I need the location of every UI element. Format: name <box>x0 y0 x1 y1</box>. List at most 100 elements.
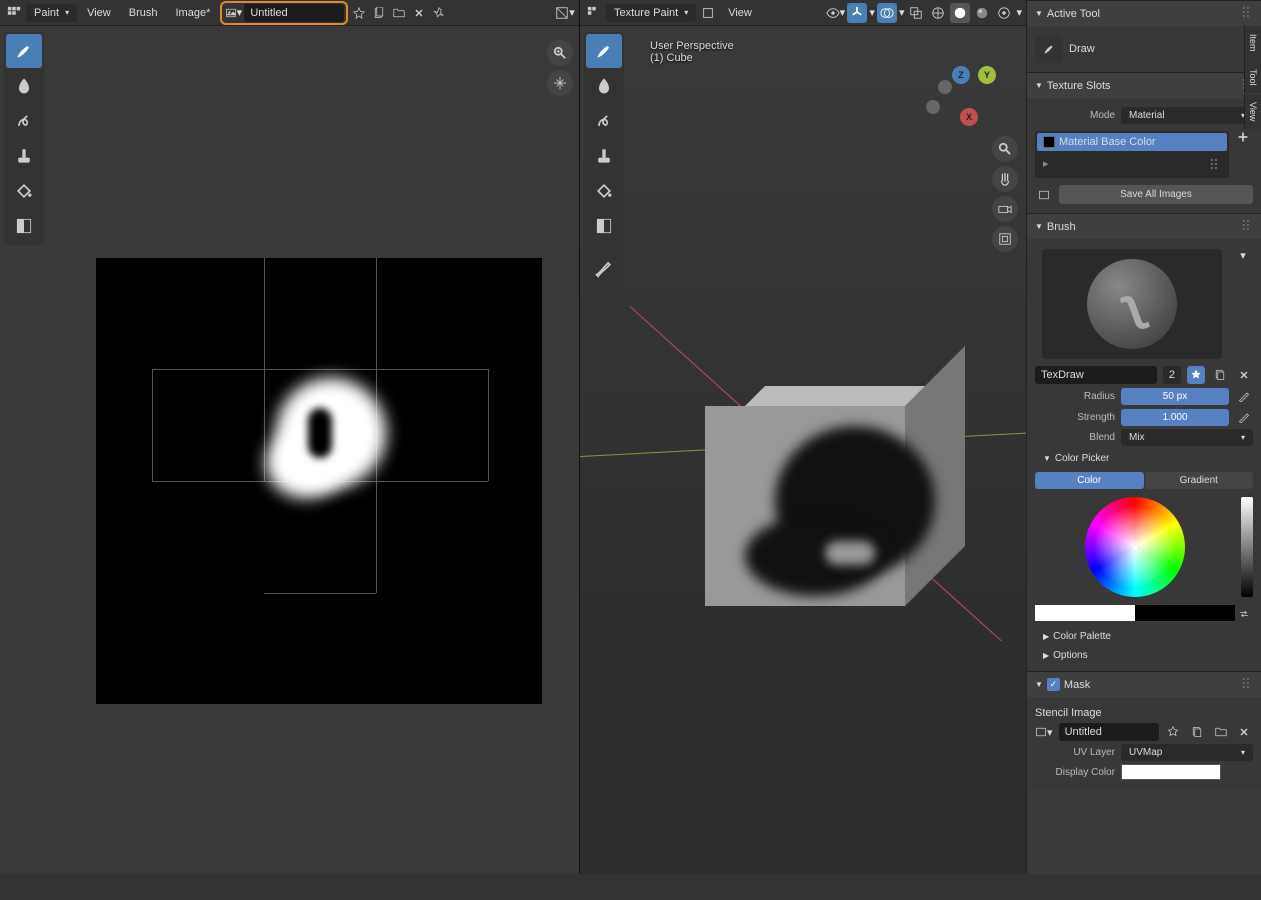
visibility-icon[interactable]: ▾ <box>825 3 845 23</box>
open-image-icon[interactable] <box>390 4 408 22</box>
side-tab-view[interactable]: View <box>1244 94 1261 129</box>
image-browse-icon[interactable]: ▾ <box>224 4 242 22</box>
color-wheel[interactable] <box>1085 497 1185 597</box>
display-channels-icon[interactable]: ▾ <box>555 3 575 23</box>
menu-view-3d[interactable]: View <box>720 3 760 23</box>
zoom-3d-icon[interactable] <box>992 136 1018 162</box>
tool-fill-3d[interactable] <box>586 174 622 208</box>
add-slot-icon[interactable] <box>1233 127 1253 147</box>
value-slider[interactable] <box>1241 497 1253 597</box>
radius-field[interactable]: 50 px <box>1121 388 1229 405</box>
stencil-open-icon[interactable] <box>1212 723 1230 741</box>
nav-gizmo[interactable]: Z Y X <box>926 66 996 136</box>
menu-image[interactable]: Image* <box>168 3 219 23</box>
stencil-new-icon[interactable] <box>1188 723 1206 741</box>
editor-type-3d-icon[interactable] <box>584 3 604 23</box>
brush-name-input[interactable] <box>1035 366 1157 384</box>
strength-field[interactable]: 1.000 <box>1121 409 1229 426</box>
menu-view[interactable]: View <box>79 3 119 23</box>
tool-clone-3d[interactable] <box>586 139 622 173</box>
side-tab-item[interactable]: Item <box>1244 26 1261 60</box>
pin-icon[interactable] <box>430 4 448 22</box>
overlay-toggle-icon[interactable] <box>877 3 897 23</box>
shading-solid-icon[interactable] <box>950 3 970 23</box>
side-tab-tool[interactable]: Tool <box>1244 61 1261 94</box>
brush-header[interactable]: Brush⠿ <box>1027 214 1261 239</box>
color-palette-header[interactable]: Color Palette <box>1035 627 1253 646</box>
fake-user-toggle[interactable] <box>1187 366 1205 384</box>
uv-layer-select[interactable]: UVMap <box>1121 744 1253 761</box>
secondary-color-swatch[interactable] <box>1135 605 1235 621</box>
image-name-input[interactable] <box>244 4 344 22</box>
shading-wire-icon[interactable] <box>928 3 948 23</box>
tool-annotate[interactable] <box>586 251 622 285</box>
tool-smear-3d[interactable] <box>586 104 622 138</box>
tool-fill[interactable] <box>6 174 42 208</box>
brush-preset-dropdown-icon[interactable]: ▾ <box>1233 245 1253 265</box>
radius-pressure-icon[interactable] <box>1235 387 1253 405</box>
xray-icon[interactable] <box>906 3 926 23</box>
tool-draw[interactable] <box>6 34 42 68</box>
gizmo-neg2[interactable] <box>938 80 952 94</box>
save-all-button[interactable]: Save All Images <box>1059 185 1253 204</box>
mode-select[interactable]: Material <box>1121 107 1253 124</box>
tool-mask[interactable] <box>6 209 42 243</box>
pan-3d-icon[interactable] <box>992 166 1018 192</box>
gizmo-toggle-icon[interactable] <box>847 3 867 23</box>
zoom-icon[interactable] <box>547 40 573 66</box>
camera-icon[interactable] <box>992 196 1018 222</box>
viewport-3d[interactable]: User Perspective (1) Cube Z Y X <box>580 26 1026 874</box>
stencil-image-input[interactable] <box>1059 723 1159 741</box>
mode-select[interactable]: Paint <box>26 4 77 22</box>
menu-brush[interactable]: Brush <box>121 3 166 23</box>
perspective-toggle-icon[interactable] <box>992 226 1018 252</box>
primary-color-swatch[interactable] <box>1035 605 1135 621</box>
viewport-dropdown-icon[interactable] <box>698 3 718 23</box>
brush-preview[interactable]: ʅ <box>1042 249 1222 359</box>
stencil-browse-icon[interactable]: ▾ <box>1035 723 1053 741</box>
shading-matprev-icon[interactable] <box>972 3 992 23</box>
pan-icon[interactable] <box>547 70 573 96</box>
texture-slot-item[interactable]: Material Base Color <box>1037 133 1227 151</box>
drag-handle-icon[interactable]: ⠿ <box>1241 676 1253 693</box>
uv-canvas[interactable] <box>96 258 542 704</box>
stencil-fakeuser-icon[interactable] <box>1165 723 1183 741</box>
texture-slots-header[interactable]: Texture Slots⠿ <box>1027 73 1261 98</box>
options-header[interactable]: Options <box>1035 646 1253 665</box>
blend-select[interactable]: Mix <box>1121 429 1253 446</box>
color-picker-header[interactable]: Color Picker <box>1035 449 1253 468</box>
display-color-swatch[interactable] <box>1121 764 1221 780</box>
mask-header[interactable]: Mask⠿ <box>1027 672 1261 697</box>
tab-gradient[interactable]: Gradient <box>1145 472 1254 489</box>
strength-pressure-icon[interactable] <box>1235 408 1253 426</box>
tool-draw-3d[interactable] <box>586 34 622 68</box>
texture-slot-list[interactable]: Material Base Color ▸⠿ <box>1035 131 1229 178</box>
cube-object[interactable] <box>705 386 955 626</box>
drag-handle-icon[interactable]: ⠿ <box>1241 5 1253 22</box>
slot-expand-icon[interactable]: ▸⠿ <box>1037 151 1227 176</box>
swap-colors-icon[interactable] <box>1235 605 1253 623</box>
duplicate-brush-icon[interactable] <box>1211 366 1229 384</box>
gizmo-x[interactable]: X <box>960 108 978 126</box>
shading-rendered-icon[interactable] <box>994 3 1014 23</box>
gizmo-neg1[interactable] <box>926 100 940 114</box>
unlink-icon[interactable] <box>410 4 428 22</box>
tab-color[interactable]: Color <box>1035 472 1144 489</box>
gizmo-z[interactable]: Z <box>952 66 970 84</box>
interaction-mode[interactable]: Texture Paint <box>606 4 696 22</box>
gizmo-y[interactable]: Y <box>978 66 996 84</box>
tool-clone[interactable] <box>6 139 42 173</box>
tool-soften-3d[interactable] <box>586 69 622 103</box>
tool-soften[interactable] <box>6 69 42 103</box>
active-tool-header[interactable]: Active Tool⠿ <box>1027 1 1261 26</box>
save-image-icon[interactable] <box>1035 186 1053 204</box>
stencil-unlink-icon[interactable] <box>1235 723 1253 741</box>
editor-type-icon[interactable] <box>4 3 24 23</box>
new-image-icon[interactable] <box>370 4 388 22</box>
tool-mask-3d[interactable] <box>586 209 622 243</box>
mask-checkbox[interactable] <box>1047 678 1060 691</box>
drag-handle-icon[interactable]: ⠿ <box>1241 218 1253 235</box>
tool-smear[interactable] <box>6 104 42 138</box>
unlink-brush-icon[interactable] <box>1235 366 1253 384</box>
fake-user-icon[interactable] <box>350 4 368 22</box>
